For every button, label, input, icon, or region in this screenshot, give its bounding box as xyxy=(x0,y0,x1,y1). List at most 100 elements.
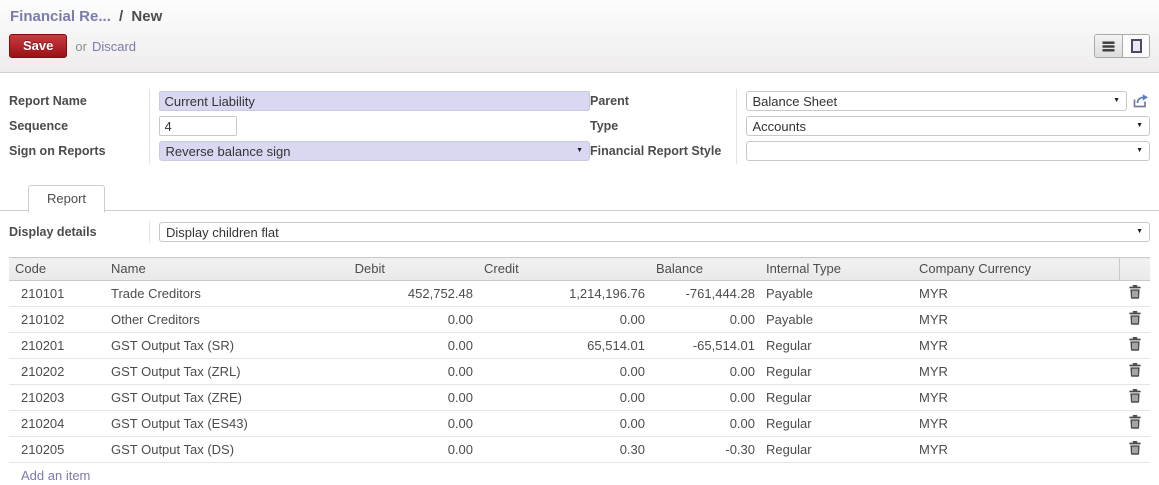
list-view-button[interactable] xyxy=(1095,35,1122,57)
cell-debit[interactable]: 0.00 xyxy=(345,333,478,359)
cell-internal-type[interactable]: Regular xyxy=(760,437,913,463)
table-row[interactable]: 210203 GST Output Tax (ZRE) 0.00 0.00 0.… xyxy=(9,385,1150,411)
trash-icon xyxy=(1129,389,1141,403)
save-button[interactable]: Save xyxy=(9,34,67,58)
sign-on-reports-select[interactable]: Reverse balance sign ▼ xyxy=(159,141,591,161)
cell-internal-type[interactable]: Payable xyxy=(760,307,913,333)
column-header-company-currency: Company Currency xyxy=(913,258,1119,281)
cell-code[interactable]: 210203 xyxy=(9,385,105,411)
cell-name[interactable]: Trade Creditors xyxy=(105,281,345,307)
display-details-label: Display details xyxy=(9,225,149,239)
delete-row-button[interactable] xyxy=(1119,411,1150,437)
display-details-value: Display children flat xyxy=(166,225,279,240)
button-toolbar: Save or Discard xyxy=(9,34,1150,58)
cell-currency[interactable]: MYR xyxy=(913,333,1119,359)
table-row[interactable]: 210202 GST Output Tax (ZRL) 0.00 0.00 0.… xyxy=(9,359,1150,385)
cell-balance[interactable]: -65,514.01 xyxy=(650,333,760,359)
cell-balance[interactable]: -761,444.28 xyxy=(650,281,760,307)
column-header-internal-type: Internal Type xyxy=(760,258,913,281)
form-view-button[interactable] xyxy=(1122,35,1149,57)
trash-icon xyxy=(1129,415,1141,429)
cell-internal-type[interactable]: Payable xyxy=(760,281,913,307)
cell-name[interactable]: GST Output Tax (ZRL) xyxy=(105,359,345,385)
table-row[interactable]: 210201 GST Output Tax (SR) 0.00 65,514.0… xyxy=(9,333,1150,359)
sequence-label: Sequence xyxy=(9,114,149,139)
cell-credit[interactable]: 0.30 xyxy=(478,437,650,463)
cell-name[interactable]: Other Creditors xyxy=(105,307,345,333)
table-row[interactable]: 210204 GST Output Tax (ES43) 0.00 0.00 0… xyxy=(9,411,1150,437)
column-header-delete xyxy=(1119,258,1150,281)
cell-currency[interactable]: MYR xyxy=(913,385,1119,411)
cell-code[interactable]: 210205 xyxy=(9,437,105,463)
cell-balance[interactable]: 0.00 xyxy=(650,385,760,411)
cell-credit[interactable]: 65,514.01 xyxy=(478,333,650,359)
cell-currency[interactable]: MYR xyxy=(913,359,1119,385)
control-panel: Financial Re... / New Save or Discard xyxy=(0,0,1159,73)
cell-debit[interactable]: 452,752.48 xyxy=(345,281,478,307)
cell-credit[interactable]: 0.00 xyxy=(478,411,650,437)
parent-select[interactable]: Balance Sheet ▼ xyxy=(746,91,1128,111)
display-details-select[interactable]: Display children flat ▼ xyxy=(159,222,1150,242)
parent-label: Parent xyxy=(590,89,736,114)
report-name-input[interactable] xyxy=(159,91,591,111)
cell-debit[interactable]: 0.00 xyxy=(345,411,478,437)
delete-row-button[interactable] xyxy=(1119,385,1150,411)
cell-debit[interactable]: 0.00 xyxy=(345,307,478,333)
cell-credit[interactable]: 1,214,196.76 xyxy=(478,281,650,307)
cell-credit[interactable]: 0.00 xyxy=(478,359,650,385)
cell-currency[interactable]: MYR xyxy=(913,437,1119,463)
cell-debit[interactable]: 0.00 xyxy=(345,437,478,463)
sign-on-reports-value: Reverse balance sign xyxy=(166,144,291,159)
delete-row-button[interactable] xyxy=(1119,437,1150,463)
cell-internal-type[interactable]: Regular xyxy=(760,333,913,359)
financial-report-style-select[interactable]: ▼ xyxy=(746,141,1151,161)
breadcrumb: Financial Re... / New xyxy=(9,8,1150,25)
table-row[interactable]: 210205 GST Output Tax (DS) 0.00 0.30 -0.… xyxy=(9,437,1150,463)
cell-debit[interactable]: 0.00 xyxy=(345,385,478,411)
delete-row-button[interactable] xyxy=(1119,307,1150,333)
cell-name[interactable]: GST Output Tax (ES43) xyxy=(105,411,345,437)
cell-balance[interactable]: -0.30 xyxy=(650,437,760,463)
financial-report-style-label: Financial Report Style xyxy=(590,139,736,164)
delete-row-button[interactable] xyxy=(1119,281,1150,307)
table-row[interactable]: 210102 Other Creditors 0.00 0.00 0.00 Pa… xyxy=(9,307,1150,333)
cell-code[interactable]: 210101 xyxy=(9,281,105,307)
tab-report[interactable]: Report xyxy=(28,185,105,213)
cell-balance[interactable]: 0.00 xyxy=(650,307,760,333)
table-row[interactable]: 210101 Trade Creditors 452,752.48 1,214,… xyxy=(9,281,1150,307)
cell-currency[interactable]: MYR xyxy=(913,307,1119,333)
cell-debit[interactable]: 0.00 xyxy=(345,359,478,385)
column-header-code: Code xyxy=(9,258,105,281)
cell-code[interactable]: 210202 xyxy=(9,359,105,385)
open-record-button[interactable] xyxy=(1132,93,1150,110)
cell-internal-type[interactable]: Regular xyxy=(760,411,913,437)
cell-code[interactable]: 210201 xyxy=(9,333,105,359)
add-item-row: Add an item xyxy=(9,463,1150,485)
type-select[interactable]: Accounts ▼ xyxy=(746,116,1151,136)
breadcrumb-parent-link[interactable]: Financial Re... xyxy=(10,8,111,25)
trash-icon xyxy=(1129,363,1141,377)
cell-credit[interactable]: 0.00 xyxy=(478,385,650,411)
discard-link[interactable]: Discard xyxy=(92,39,136,54)
cell-name[interactable]: GST Output Tax (SR) xyxy=(105,333,345,359)
cell-credit[interactable]: 0.00 xyxy=(478,307,650,333)
chevron-down-icon: ▼ xyxy=(576,142,583,160)
form-view-icon xyxy=(1131,39,1142,53)
add-an-item-link[interactable]: Add an item xyxy=(21,468,90,483)
cell-name[interactable]: GST Output Tax (ZRE) xyxy=(105,385,345,411)
cell-balance[interactable]: 0.00 xyxy=(650,359,760,385)
delete-row-button[interactable] xyxy=(1119,333,1150,359)
cell-internal-type[interactable]: Regular xyxy=(760,385,913,411)
cell-code[interactable]: 210102 xyxy=(9,307,105,333)
sequence-input[interactable] xyxy=(159,116,237,136)
form-group-right: Parent Balance Sheet ▼ xyxy=(590,89,1150,164)
list-view-icon xyxy=(1102,40,1115,53)
cell-internal-type[interactable]: Regular xyxy=(760,359,913,385)
type-label: Type xyxy=(590,114,736,139)
cell-name[interactable]: GST Output Tax (DS) xyxy=(105,437,345,463)
cell-currency[interactable]: MYR xyxy=(913,411,1119,437)
delete-row-button[interactable] xyxy=(1119,359,1150,385)
cell-code[interactable]: 210204 xyxy=(9,411,105,437)
cell-currency[interactable]: MYR xyxy=(913,281,1119,307)
cell-balance[interactable]: 0.00 xyxy=(650,411,760,437)
